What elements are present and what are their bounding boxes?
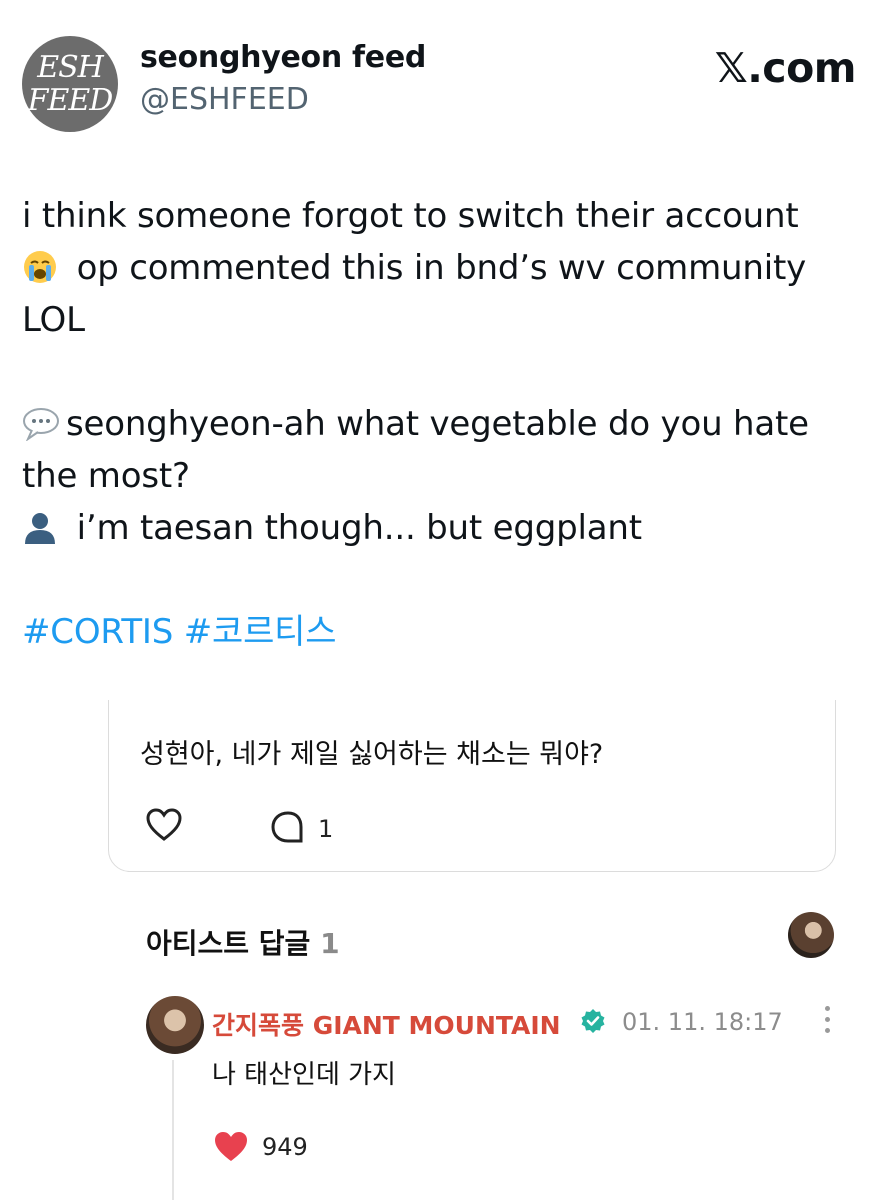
- tweet-text: i think someone forgot to switch their a…: [22, 190, 872, 658]
- tweet-line-text: i’m taesan though... but eggplant: [76, 508, 642, 548]
- comment-bubble-icon[interactable]: [270, 810, 306, 850]
- like-count: 949: [262, 1133, 308, 1161]
- heart-filled-icon[interactable]: [212, 1130, 250, 1168]
- more-options-icon[interactable]: [825, 1006, 831, 1039]
- heart-outline-icon[interactable]: [146, 808, 182, 846]
- user-handle[interactable]: @ESHFEED: [140, 82, 309, 117]
- reply-timestamp: 01. 11. 18:17: [622, 1008, 783, 1036]
- loudly-crying-face-icon: [22, 249, 66, 285]
- comment-count: 1: [318, 815, 334, 843]
- tweet-line: op commented this in bnd’s wv community: [22, 242, 872, 294]
- post-question: 성현아, 네가 제일 싫어하는 채소는 뭐야?: [140, 739, 604, 770]
- artist-reply-header: 아티스트 답글 1: [146, 922, 340, 962]
- thread-line: [172, 1060, 174, 1200]
- tweet-line: LOL: [22, 300, 85, 340]
- tweet-line: the most?: [22, 456, 190, 496]
- display-name[interactable]: seonghyeon feed: [140, 40, 426, 75]
- tweet-line-text: seonghyeon-ah what vegetable do you hate: [66, 404, 809, 444]
- artist-avatar[interactable]: [788, 912, 834, 958]
- community-post-card: [108, 700, 836, 872]
- speech-bubble-icon: [22, 407, 66, 441]
- tweet-line-text: op commented this in bnd’s wv community: [76, 248, 807, 288]
- artist-reply-count: 1: [320, 927, 340, 960]
- hashtags-link[interactable]: #CORTIS #코르티스: [22, 606, 872, 658]
- attached-screenshot[interactable]: [0, 700, 892, 1200]
- verified-check-icon: [580, 1008, 606, 1038]
- tweet-line: seonghyeon-ah what vegetable do you hate: [22, 398, 872, 450]
- reply-author-name[interactable]: 간지폭풍 GIANT MOUNTAIN: [212, 1006, 561, 1042]
- bust-silhouette-icon: [22, 509, 66, 545]
- artist-reply-title: 아티스트 답글: [146, 927, 311, 960]
- x-brand-logo: 𝕏.com: [714, 44, 857, 92]
- reply-avatar[interactable]: [146, 996, 204, 1054]
- reply-text: 나 태산인데 가지: [212, 1060, 396, 1090]
- tweet-line: i think someone forgot to switch their a…: [22, 196, 799, 236]
- tweet-line: i’m taesan though... but eggplant: [22, 502, 872, 554]
- avatar-text-bottom: FEED: [27, 82, 114, 118]
- avatar-text-top: ESH: [37, 49, 104, 85]
- profile-avatar[interactable]: ESH FEED: [22, 36, 118, 132]
